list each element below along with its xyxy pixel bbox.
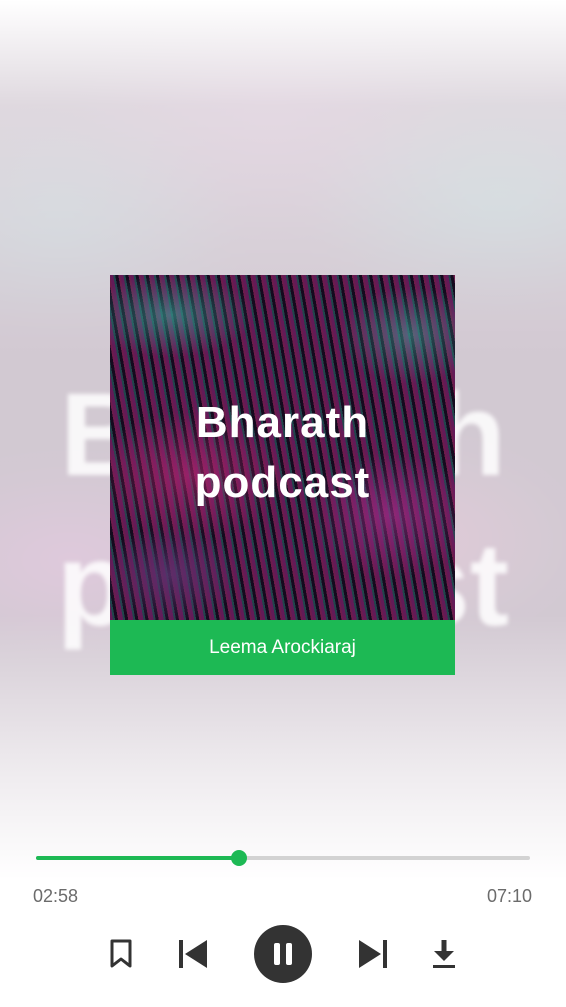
progress-slider[interactable] [36, 848, 530, 868]
total-time: 07:10 [486, 886, 532, 906]
previous-button[interactable] [174, 936, 212, 972]
download-button[interactable] [426, 936, 462, 972]
download-icon [433, 940, 455, 968]
cover-artwork: Bharath podcast [110, 275, 455, 620]
elapsed-time: 02:58 [33, 886, 79, 906]
bookmark-button[interactable] [104, 936, 138, 972]
podcast-author: Leema Arockiaraj [110, 620, 455, 675]
cover-card: Bharath podcast Leema Arockiaraj [110, 275, 455, 675]
progress-fill [36, 856, 239, 860]
skip-previous-icon [179, 940, 207, 968]
next-button[interactable] [354, 936, 392, 972]
bookmark-icon [110, 939, 132, 968]
pause-icon [274, 943, 292, 965]
pause-button[interactable] [254, 925, 312, 983]
progress-thumb[interactable] [230, 850, 247, 866]
podcast-title: Bharath podcast [194, 398, 371, 507]
skip-next-icon [359, 940, 387, 968]
